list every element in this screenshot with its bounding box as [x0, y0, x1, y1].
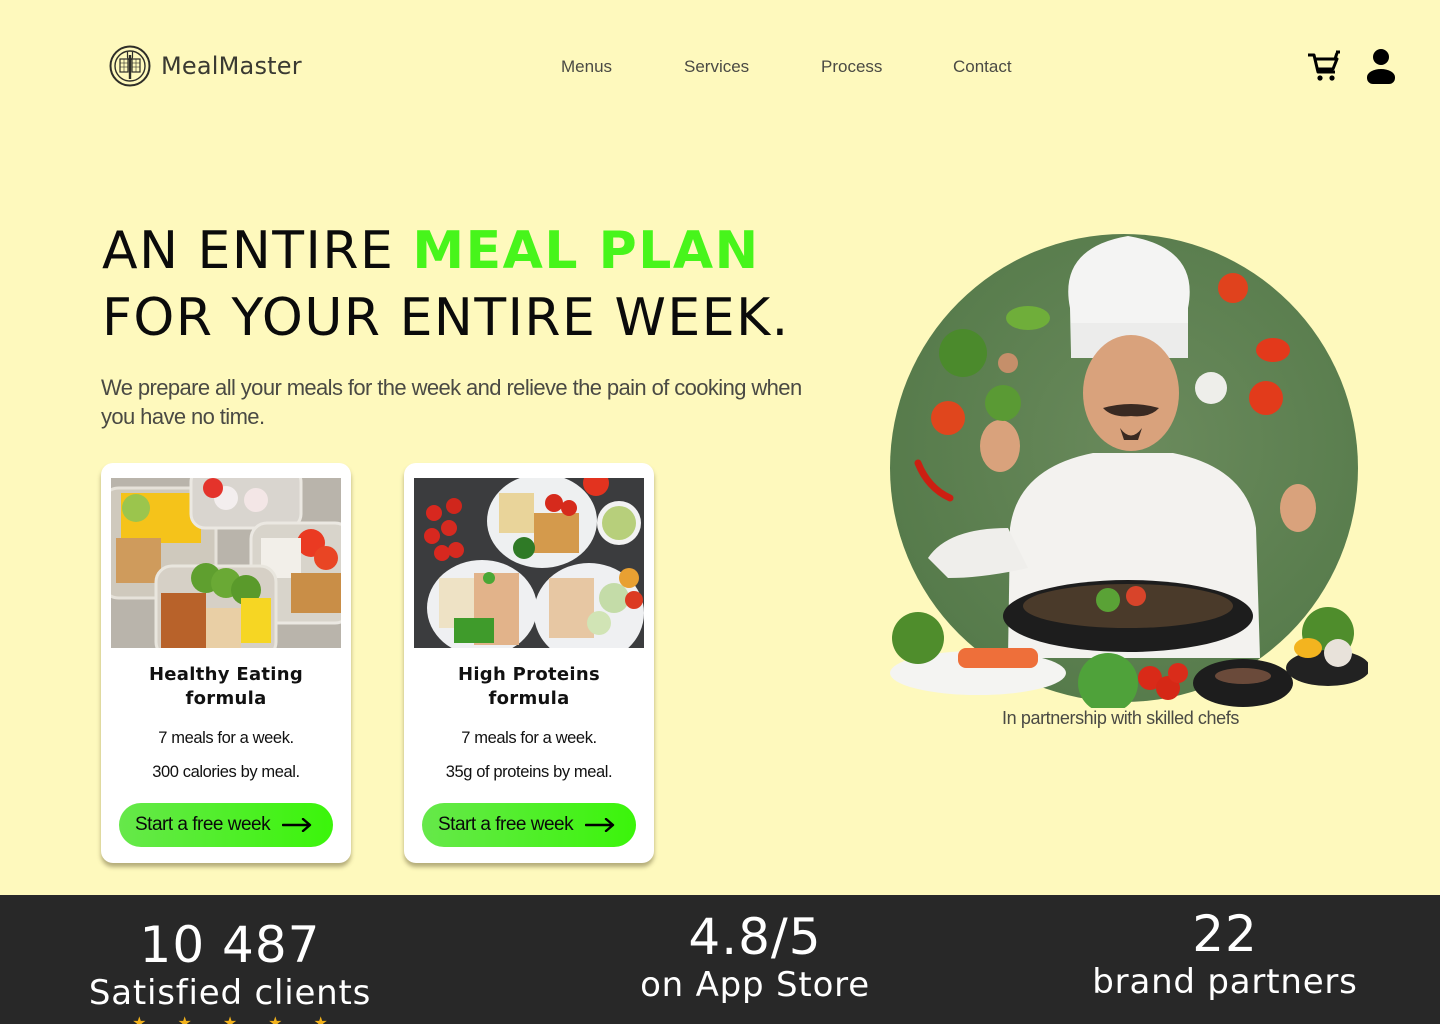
- cart-button[interactable]: [1304, 46, 1344, 86]
- arrow-right-icon: [282, 818, 312, 832]
- plan-card-healthy: Healthy Eating formula 7 meals for a wee…: [101, 463, 351, 863]
- star-icon: ★: [177, 1013, 192, 1024]
- nav-menus[interactable]: Menus: [561, 57, 612, 77]
- plan-meals: 7 meals for a week.: [158, 729, 294, 747]
- stat-value: 10 487: [139, 916, 321, 974]
- star-icon: ★: [313, 1013, 328, 1024]
- stat-label: on App Store: [640, 965, 870, 1005]
- plan-title: High Proteins formula: [457, 664, 601, 709]
- hero-title: AN ENTIRE MEAL PLAN FOR YOUR ENTIRE WEEK…: [102, 218, 790, 352]
- stat-value: 22: [1192, 905, 1258, 963]
- main-nav: Menus Services Process Contact: [0, 57, 1440, 79]
- stat-partners: 22 brand partners: [1055, 906, 1395, 1002]
- user-icon: [1367, 49, 1395, 84]
- plan-card-protein: High Proteins formula 7 meals for a week…: [404, 463, 654, 863]
- stat-app-store: 4.8/5 on App Store: [585, 909, 925, 1005]
- hero-title-line2: FOR YOUR ENTIRE WEEK.: [102, 288, 790, 348]
- arrow-right-icon: [585, 818, 615, 832]
- rating-stars: ★ ★ ★ ★ ★: [60, 1013, 400, 1024]
- nav-services[interactable]: Services: [684, 57, 749, 77]
- stat-clients: 10 487 Satisfied clients ★ ★ ★ ★ ★: [60, 917, 400, 1024]
- shopping-cart-icon: [1308, 50, 1340, 81]
- hero-title-accent: MEAL PLAN: [412, 221, 760, 281]
- start-free-week-button[interactable]: Start a free week: [422, 803, 636, 847]
- stat-value: 4.8/5: [688, 908, 822, 966]
- plan-calories: 300 calories by meal.: [152, 763, 300, 781]
- nav-process[interactable]: Process: [821, 57, 882, 77]
- stat-label: brand partners: [1092, 962, 1358, 1002]
- protein-plates-photo: [414, 478, 644, 648]
- plan-meals: 7 meals for a week.: [461, 729, 597, 747]
- stats-bar: 10 487 Satisfied clients ★ ★ ★ ★ ★ 4.8/5…: [0, 895, 1440, 1024]
- stat-label: Satisfied clients: [88, 973, 372, 1013]
- plan-proteins: 35g of proteins by meal.: [445, 763, 613, 781]
- hero-subtitle: We prepare all your meals for the week a…: [101, 375, 802, 429]
- nav-contact[interactable]: Contact: [953, 57, 1012, 77]
- start-free-week-button[interactable]: Start a free week: [119, 803, 333, 847]
- meal-prep-containers-photo: [111, 478, 341, 648]
- star-icon: ★: [132, 1013, 147, 1024]
- chef-with-ingredients-photo: [888, 228, 1370, 713]
- account-button[interactable]: [1361, 46, 1401, 86]
- star-icon: ★: [222, 1013, 238, 1024]
- star-icon: ★: [268, 1013, 283, 1024]
- plan-title: Healthy Eating formula: [148, 664, 304, 709]
- chef-caption: In partnership with skilled chefs: [1002, 708, 1239, 728]
- hero-title-plain: AN ENTIRE: [102, 221, 413, 281]
